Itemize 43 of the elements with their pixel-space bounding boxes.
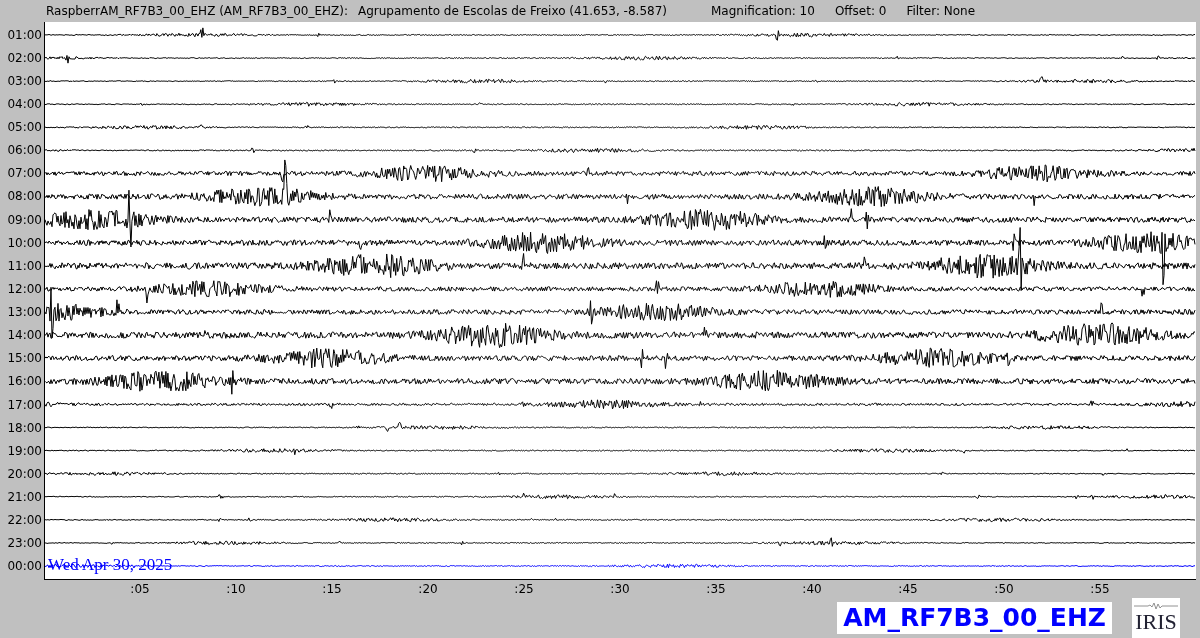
channel-label: AM_RF7B3_00_EHZ	[837, 602, 1112, 634]
hour-label: 01:00	[6, 26, 43, 44]
minute-tick-label: :30	[610, 582, 630, 596]
hour-label: 13:00	[6, 304, 43, 321]
hour-label: 21:00	[6, 489, 43, 506]
hour-label: 04:00	[6, 95, 43, 113]
hour-label: 20:00	[6, 465, 43, 483]
hour-label: 18:00	[6, 419, 43, 437]
hour-label: 07:00	[6, 165, 43, 183]
hour-label: 06:00	[6, 142, 43, 160]
hour-label: 16:00	[6, 373, 43, 391]
minute-tick-label: :45	[898, 582, 918, 596]
hour-label: 14:00	[6, 327, 43, 345]
offset-text: Offset: 0	[834, 4, 887, 18]
minute-tick-label: :10	[226, 582, 246, 596]
logo-text: IRIS	[1135, 610, 1177, 634]
hour-label: 22:00	[6, 512, 43, 530]
filter-text: Filter: None	[906, 4, 976, 18]
magnification-text: Magnification: 10	[711, 4, 815, 18]
hour-label: 12:00	[6, 280, 43, 298]
hour-label: 09:00	[6, 211, 43, 229]
minute-tick-label: :20	[418, 582, 438, 596]
hour-label: 05:00	[6, 119, 43, 136]
hour-label: 10:00	[6, 234, 43, 252]
minute-tick-label: :05	[130, 582, 150, 596]
hour-label: 23:00	[6, 535, 43, 553]
wave-icon	[1134, 602, 1178, 610]
minute-tick-label: :50	[994, 582, 1014, 596]
minute-tick-label: :25	[514, 582, 534, 596]
location-text: Agrupamento de Escolas de Freixo (41.653, -8.587)	[358, 4, 667, 18]
hour-label: 02:00	[6, 49, 43, 67]
minute-tick-label: :35	[706, 582, 726, 596]
minute-tick-label: :55	[1090, 582, 1110, 596]
hour-label: 17:00	[6, 396, 43, 414]
station-name: RaspberrAM_RF7B3_00_EHZ (AM_RF7B3_00_EHZ):	[46, 4, 348, 18]
hour-label: 00:00	[6, 558, 43, 576]
hour-label: 19:00	[6, 442, 43, 460]
hour-label: 11:00	[6, 257, 43, 275]
hour-label: 15:00	[6, 350, 43, 368]
minute-tick-label: :15	[322, 582, 342, 596]
minute-tick-label: :40	[802, 582, 822, 596]
hour-label: 08:00	[6, 188, 43, 206]
hour-label: 03:00	[6, 72, 43, 90]
